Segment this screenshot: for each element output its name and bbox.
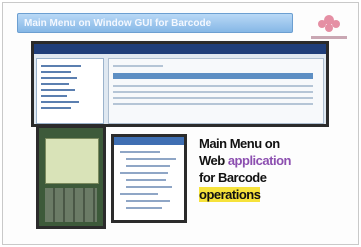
company-logo (311, 15, 347, 39)
caption-line-3: for Barcode (199, 170, 267, 185)
web-app-sidebar (36, 58, 104, 124)
slide-title: Main Menu on Window GUI for Barcode (17, 13, 293, 33)
presentation-slide: Main Menu on Window GUI for Barcode Main… (2, 2, 359, 245)
slide-caption: Main Menu on Web application for Barcode… (199, 135, 349, 203)
caption-line-1: Main Menu on (199, 136, 280, 151)
handheld-scanner-photo (36, 125, 106, 229)
handheld-screen (45, 138, 99, 184)
caption-web: Web (199, 153, 228, 168)
browser-title-bar (34, 44, 326, 54)
caption-line-4: operations (199, 186, 349, 203)
handheld-keypad (45, 188, 97, 222)
mobile-menu-header (114, 137, 184, 145)
web-app-header-bar (113, 73, 313, 79)
mobile-menu-screenshot (111, 134, 187, 223)
caption-application: application (227, 153, 292, 168)
web-app-content (108, 58, 324, 124)
caption-operations: operations (199, 187, 261, 202)
caption-line-2: Web application (199, 152, 349, 169)
web-app-screenshot (31, 41, 329, 127)
